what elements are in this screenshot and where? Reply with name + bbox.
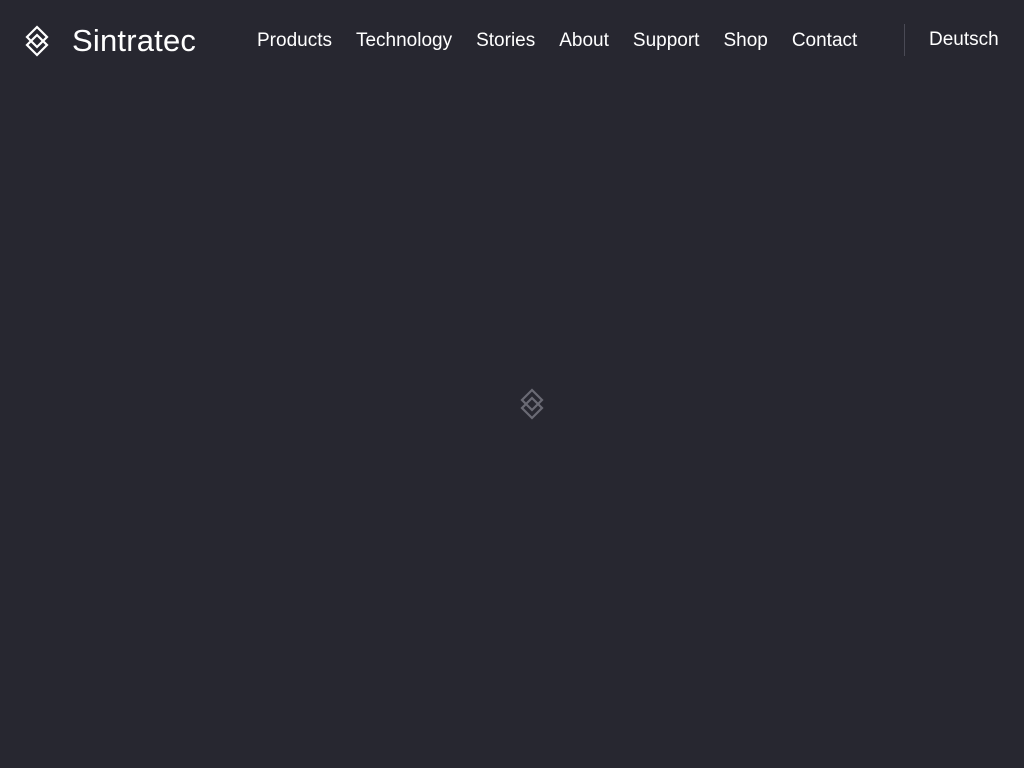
nav-item-contact[interactable]: Contact — [792, 29, 857, 53]
nav-divider — [904, 24, 905, 56]
main-nav: Products Technology Stories About Suppor… — [257, 28, 881, 54]
nav-item-about[interactable]: About — [559, 29, 609, 53]
nav-item-stories[interactable]: Stories — [476, 29, 535, 53]
brand-home-link[interactable]: Sintratec — [24, 24, 196, 58]
brand-name: Sintratec — [72, 23, 197, 58]
loading-logo-icon — [520, 388, 544, 420]
nav-item-products[interactable]: Products — [257, 29, 332, 53]
language-switch-link[interactable]: Deutsch — [929, 28, 999, 52]
page: Sintratec Products Technology Stories Ab… — [0, 0, 1024, 768]
nav-item-support[interactable]: Support — [633, 29, 700, 53]
sintratec-logo-icon — [25, 25, 49, 57]
nav-item-shop[interactable]: Shop — [723, 29, 767, 53]
nav-item-technology[interactable]: Technology — [356, 29, 452, 53]
top-navigation-bar: Sintratec Products Technology Stories Ab… — [0, 0, 1024, 80]
